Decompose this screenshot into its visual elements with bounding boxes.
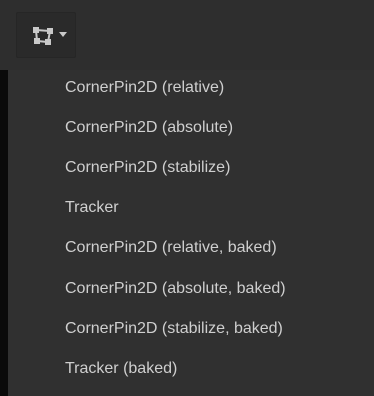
menu-item-cornerpin2d-relative-baked[interactable]: CornerPin2D (relative, baked) <box>65 234 277 262</box>
menu-item-tracker[interactable]: Tracker <box>65 194 119 222</box>
menu-item-cornerpin2d-absolute-baked[interactable]: CornerPin2D (absolute, baked) <box>65 275 286 303</box>
menu-item-cornerpin2d-stabilize-baked[interactable]: CornerPin2D (stabilize, baked) <box>65 315 283 343</box>
corner-pin-icon <box>33 27 53 45</box>
menu-item-cornerpin2d-relative[interactable]: CornerPin2D (relative) <box>65 74 224 102</box>
menu-item-tracker-baked[interactable]: Tracker (baked) <box>65 355 177 383</box>
toolbar <box>0 0 374 70</box>
caret-down-icon <box>59 32 67 37</box>
menu-item-cornerpin2d-absolute[interactable]: CornerPin2D (absolute) <box>65 114 233 142</box>
menu-item-cornerpin2d-stabilize[interactable]: CornerPin2D (stabilize) <box>65 154 230 182</box>
corner-pin-dropdown-button[interactable] <box>16 12 76 58</box>
dropdown-menu: CornerPin2D (relative) CornerPin2D (abso… <box>0 70 374 396</box>
